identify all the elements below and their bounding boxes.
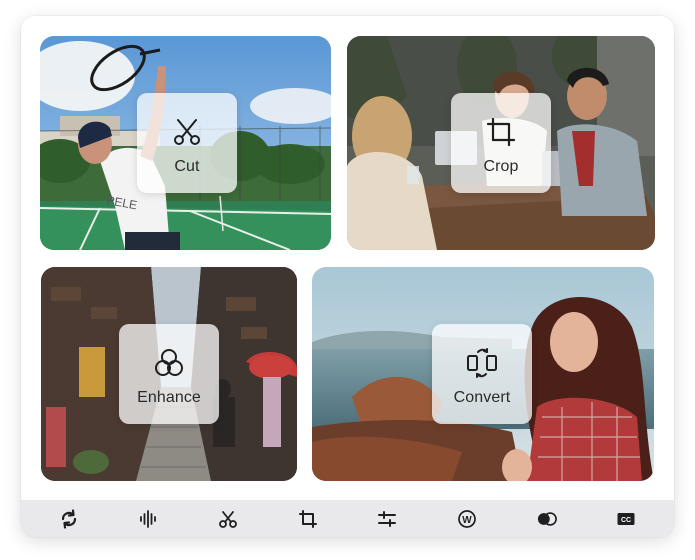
svg-text:W: W <box>462 514 472 525</box>
enhance-tile[interactable]: Enhance <box>41 267 297 481</box>
scissors-icon <box>219 510 237 528</box>
crop-icon <box>486 117 516 147</box>
crop-button[interactable]: Crop <box>451 93 551 193</box>
convert-icon <box>467 348 497 378</box>
convert-tile[interactable]: Convert <box>312 267 654 481</box>
media-tools-card: PELE Cut Crop Enhance Convert W CC <box>21 16 674 537</box>
blend-tool[interactable] <box>535 507 559 531</box>
enhance-icon <box>155 349 183 376</box>
bottom-toolbar: W CC <box>21 500 674 537</box>
audio-waveform-icon <box>140 509 157 528</box>
scissors-icon <box>174 119 200 145</box>
adjust-sliders-icon <box>378 510 397 527</box>
cut-button[interactable]: Cut <box>137 93 237 193</box>
blend-icon <box>537 511 557 526</box>
crop-icon <box>298 509 317 528</box>
enhance-label: Enhance <box>137 389 201 406</box>
watermark-icon: W <box>458 509 476 528</box>
convert-label: Convert <box>453 389 511 406</box>
crop-tool[interactable] <box>296 507 320 531</box>
subtitles-icon: CC <box>617 512 635 525</box>
crop-label: Crop <box>483 158 519 175</box>
svg-text:CC: CC <box>621 517 631 524</box>
audio-tool[interactable] <box>136 507 160 531</box>
cut-tool[interactable] <box>216 507 240 531</box>
rotate-icon <box>61 508 76 529</box>
subtitles-tool[interactable]: CC <box>614 507 638 531</box>
convert-button[interactable]: Convert <box>432 324 532 424</box>
crop-tile[interactable]: Crop <box>347 36 655 250</box>
rotate-tool[interactable] <box>57 507 81 531</box>
watermark-tool[interactable]: W <box>455 507 479 531</box>
cut-tile[interactable]: PELE Cut <box>40 36 331 250</box>
adjust-tool[interactable] <box>375 507 399 531</box>
cut-label: Cut <box>174 158 200 175</box>
enhance-button[interactable]: Enhance <box>119 324 219 424</box>
